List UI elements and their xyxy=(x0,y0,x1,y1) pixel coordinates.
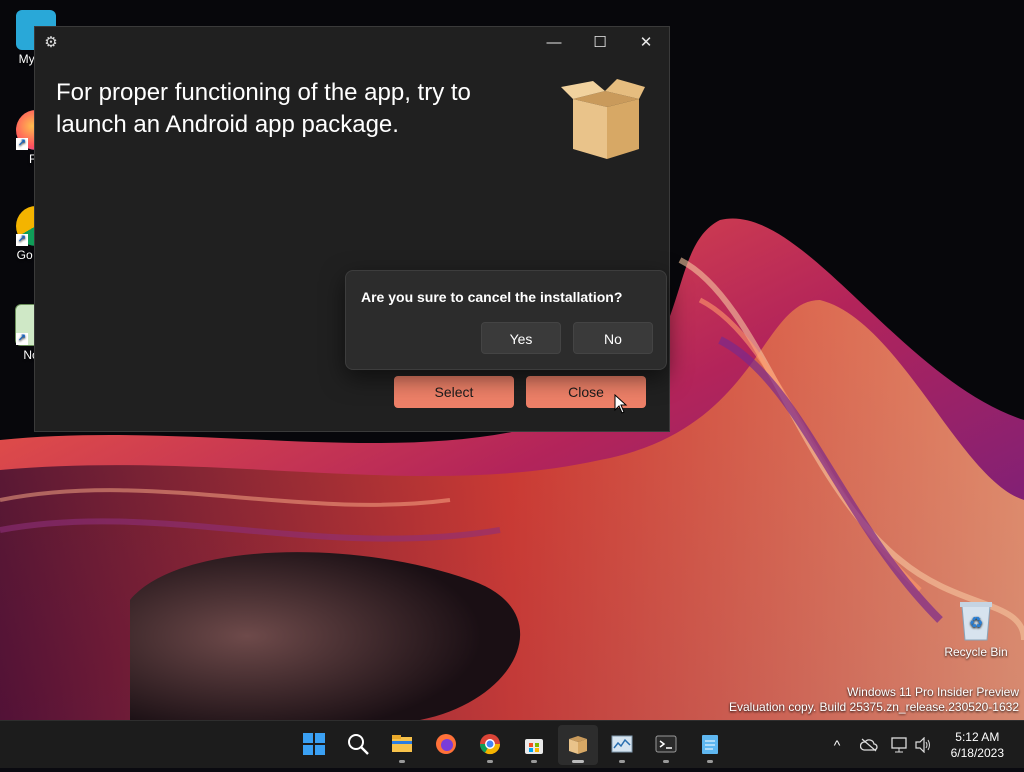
cancel-confirmation-flyout: Are you sure to cancel the installation?… xyxy=(345,270,667,370)
maximize-button[interactable]: ☐ xyxy=(577,27,623,59)
firefox-icon xyxy=(436,734,456,754)
taskbar: ^ 5:12 AM 6/18/2023 xyxy=(0,720,1024,768)
no-button[interactable]: No xyxy=(573,322,653,354)
shortcut-arrow-icon: ↗ xyxy=(16,333,28,345)
tray-overflow-chevron[interactable]: ^ xyxy=(826,721,848,769)
watermark-line-1: Windows 11 Pro Insider Preview xyxy=(847,685,1019,699)
taskbar-store[interactable] xyxy=(514,725,554,765)
taskbar-firefox[interactable] xyxy=(426,725,466,765)
chrome-icon xyxy=(479,734,501,755)
taskbar-file-explorer[interactable] xyxy=(382,725,422,765)
system-clock[interactable]: 5:12 AM 6/18/2023 xyxy=(951,729,1004,761)
close-window-button[interactable]: ✕ xyxy=(623,27,669,59)
running-indicator xyxy=(572,760,584,763)
minimize-button[interactable]: — xyxy=(531,27,577,59)
start-button[interactable] xyxy=(294,725,334,765)
resource-monitor-icon xyxy=(611,735,633,753)
installer-window: ⚙ — ☐ ✕ For proper functioning of the ap… xyxy=(34,26,670,432)
taskbar-terminal[interactable] xyxy=(646,725,686,765)
evaluation-watermark: Windows 11 Pro Insider Preview Evaluatio… xyxy=(729,685,1019,715)
desktop-icon-recycle-bin[interactable]: ♻ Recycle Bin xyxy=(940,598,1012,659)
start-icon xyxy=(303,733,325,755)
network-icon[interactable] xyxy=(888,721,910,769)
recycle-bin-icon: ♻ xyxy=(960,602,992,641)
volume-icon[interactable] xyxy=(912,721,934,769)
running-indicator xyxy=(399,760,405,763)
yes-button[interactable]: Yes xyxy=(481,322,561,354)
taskbar-chrome[interactable] xyxy=(470,725,510,765)
notepad-icon xyxy=(702,735,718,754)
select-button[interactable]: Select xyxy=(394,376,514,408)
taskbar-resource-monitor[interactable] xyxy=(602,725,642,765)
title-bar[interactable]: ⚙ — ☐ ✕ xyxy=(35,27,669,59)
package-box-icon xyxy=(561,79,645,159)
package-installer-icon xyxy=(569,736,587,754)
clock-time: 5:12 AM xyxy=(955,730,1000,744)
taskbar-notepad[interactable] xyxy=(690,725,730,765)
close-button[interactable]: Close xyxy=(526,376,646,408)
terminal-icon xyxy=(655,735,677,753)
shortcut-arrow-icon: ↗ xyxy=(16,234,28,246)
clock-date: 6/18/2023 xyxy=(950,746,1004,760)
watermark-line-2: Evaluation copy. Build 25375.zn_release.… xyxy=(729,700,1019,714)
search-button[interactable] xyxy=(338,725,378,765)
search-icon xyxy=(348,734,369,755)
instruction-text: For proper functioning of the app, try t… xyxy=(56,79,471,138)
svg-text:♻: ♻ xyxy=(969,615,983,632)
running-indicator xyxy=(707,760,713,763)
settings-icon[interactable]: ⚙ xyxy=(41,33,61,53)
running-indicator xyxy=(663,760,669,763)
recycle-bin-label: Recycle Bin xyxy=(944,645,1008,659)
file-explorer-icon xyxy=(392,735,412,752)
running-indicator xyxy=(619,760,625,763)
onedrive-icon[interactable] xyxy=(858,721,880,769)
shortcut-arrow-icon: ↗ xyxy=(16,138,28,150)
running-indicator xyxy=(487,760,493,763)
mouse-cursor-icon xyxy=(614,394,628,414)
running-indicator xyxy=(531,760,537,763)
store-icon xyxy=(525,739,543,754)
taskbar-package-installer[interactable] xyxy=(558,725,598,765)
confirmation-question: Are you sure to cancel the installation? xyxy=(361,289,623,305)
